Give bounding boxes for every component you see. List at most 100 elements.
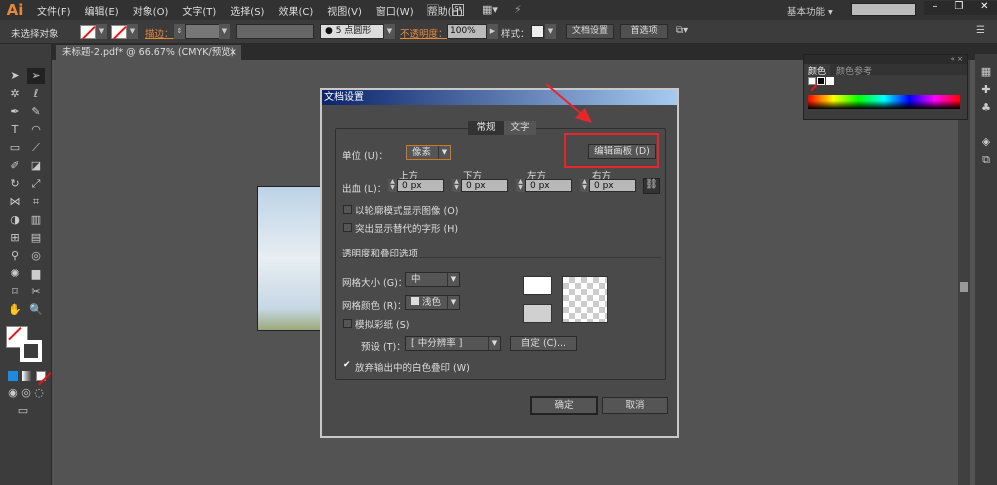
bleed-left-stepper[interactable]: ▲ ▼ (516, 179, 525, 192)
stroke-dropdown[interactable]: ▼ (127, 24, 138, 39)
rectangle-tool-icon[interactable]: ▭ (6, 140, 24, 156)
bleed-bottom-stepper[interactable]: ▲ ▼ (452, 179, 461, 192)
document-setup-button[interactable]: 文档设置 (566, 24, 614, 39)
bleed-left-field[interactable]: 0 px (525, 179, 572, 192)
cancel-button[interactable]: 取消 (602, 397, 668, 414)
style-dropdown[interactable]: ▼ (545, 24, 556, 39)
opacity-arrow[interactable]: ▶ (487, 24, 498, 39)
swatches-icon[interactable]: ▦ (977, 64, 995, 80)
draw-mode-icon[interactable]: ◉ ◎ ◌ (6, 385, 46, 401)
zoom-icon[interactable]: 🔍 (27, 302, 45, 318)
layout-icon[interactable]: ▦▾ (482, 3, 498, 16)
grid-color-dropdown[interactable]: 浅色 ▼ (405, 295, 460, 310)
link-bleed-icon[interactable]: ⛓ (643, 178, 660, 194)
simulate-paper-checkbox[interactable] (343, 319, 352, 328)
pencil-icon[interactable]: ✐ (6, 158, 24, 174)
menu-select[interactable]: 选择(S) (230, 3, 264, 18)
bridge-icon[interactable]: Br (427, 4, 439, 16)
eraser-icon[interactable]: ◪ (27, 158, 45, 174)
pen-tool-icon[interactable]: ✒ (6, 104, 24, 120)
discard-overprint-checkbox[interactable]: ✔ (343, 361, 352, 370)
custom-button[interactable]: 自定 (C)... (510, 336, 577, 351)
tab-type[interactable]: 文字 (504, 121, 536, 135)
fill-dropdown[interactable]: ▼ (96, 24, 107, 39)
magic-wand-icon[interactable]: ✲ (6, 86, 24, 102)
stroke-label[interactable]: 描边： (145, 26, 174, 40)
none-mode-icon[interactable] (36, 371, 46, 381)
grid-size-dropdown[interactable]: 中 ▼ (405, 272, 460, 287)
menu-type[interactable]: 文字(T) (182, 3, 216, 18)
symbol-sprayer-icon[interactable]: ✺ (6, 266, 24, 282)
vertical-scrollbar[interactable] (958, 60, 970, 485)
stroke-stepper[interactable]: ⇕ (174, 24, 185, 39)
workspace-switcher[interactable]: 基本功能 ▾ (787, 4, 833, 18)
type-tool-icon[interactable]: T (6, 122, 24, 138)
layers-icon[interactable]: ◈ (977, 134, 995, 150)
direct-selection-tool-icon[interactable]: ➢ (27, 68, 45, 84)
stock-icon[interactable]: St (452, 4, 464, 16)
style-swatch[interactable] (531, 25, 544, 38)
rotate-icon[interactable]: ↻ (6, 176, 24, 192)
menu-edit[interactable]: 编辑(E) (85, 3, 119, 18)
panel-menu-icon[interactable]: ☰ (976, 25, 985, 36)
screen-mode-icon[interactable]: ▭ (14, 403, 32, 419)
scrollbar-thumb[interactable] (960, 282, 968, 292)
menu-view[interactable]: 视图(V) (327, 3, 362, 18)
highlight-glyphs-checkbox[interactable] (343, 223, 352, 232)
color-spectrum[interactable] (808, 95, 960, 109)
preset-dropdown[interactable]: [ 中分辨率 ] ▼ (405, 336, 501, 351)
sync-icon[interactable]: ⚡ (514, 3, 522, 16)
brushes-icon[interactable]: ✚ (977, 82, 995, 98)
document-tab[interactable]: 未标题-2.pdf* @ 66.67% (CMYK/预览) × (56, 45, 241, 60)
variable-width-dropdown[interactable] (236, 24, 314, 39)
paper-color-top[interactable] (523, 276, 552, 295)
minimize-icon[interactable]: – (932, 1, 937, 15)
selection-tool-icon[interactable]: ➤ (6, 68, 24, 84)
bleed-top-field[interactable]: 0 px (397, 179, 444, 192)
brush-tool-icon[interactable]: ⟋ (27, 140, 45, 156)
mesh-icon[interactable]: ⊞ (6, 230, 24, 246)
brush-arrow[interactable]: ▼ (384, 24, 395, 39)
artboards-icon[interactable]: ⧉ (977, 152, 995, 168)
paper-color-bottom[interactable] (523, 304, 552, 323)
gradient-icon[interactable]: ▤ (27, 230, 45, 246)
menu-window[interactable]: 窗口(W) (376, 3, 414, 18)
outline-mode-checkbox[interactable] (343, 205, 352, 214)
menu-object[interactable]: 对象(O) (133, 3, 169, 18)
tab-color[interactable]: 颜色 (804, 64, 831, 77)
stroke-swatch[interactable] (111, 25, 127, 39)
black-swatch[interactable] (817, 77, 825, 85)
units-dropdown[interactable]: 像素 ▼ (406, 145, 451, 160)
graph-icon[interactable]: ▆ (27, 266, 45, 282)
artboard-tool-icon[interactable]: ⌑ (6, 284, 24, 300)
stroke-weight-dropdown[interactable]: ▼ (219, 24, 230, 39)
shape-builder-icon[interactable]: ◑ (6, 212, 24, 228)
perspective-icon[interactable]: ▥ (27, 212, 45, 228)
arc-icon[interactable]: ◠ (27, 122, 45, 138)
bleed-top-stepper[interactable]: ▲ ▼ (388, 179, 397, 192)
symbols-icon[interactable]: ♣ (977, 100, 995, 116)
hand-icon[interactable]: ✋ (6, 302, 24, 318)
opacity-label[interactable]: 不透明度： (400, 26, 448, 40)
brush-dropdown[interactable]: ● 5 点圆形 (320, 24, 384, 39)
tab-close-icon[interactable]: × (229, 45, 237, 60)
arrange-icon[interactable]: ⧉▾ (676, 25, 688, 36)
free-transform-icon[interactable]: ⌗ (27, 194, 45, 210)
eyedropper-icon[interactable]: ⚲ (6, 248, 24, 264)
color-mode-icon[interactable] (8, 371, 18, 381)
ok-button[interactable]: 确定 (531, 397, 597, 414)
tab-general[interactable]: 常规 (468, 121, 504, 135)
bleed-right-stepper[interactable]: ▲ ▼ (580, 179, 589, 192)
search-input[interactable] (851, 3, 916, 16)
none-swatch[interactable] (808, 77, 816, 85)
menu-effect[interactable]: 效果(C) (278, 3, 313, 18)
preferences-button[interactable]: 首选项 (620, 24, 668, 39)
stroke-color-icon[interactable] (20, 340, 42, 362)
edit-artboards-button[interactable]: 编辑画板 (D) (588, 144, 656, 159)
restore-icon[interactable]: ❐ (954, 1, 963, 15)
slice-icon[interactable]: ✂ (27, 284, 45, 300)
menu-file[interactable]: 文件(F) (37, 3, 71, 18)
width-tool-icon[interactable]: ⋈ (6, 194, 24, 210)
curvature-icon[interactable]: ✎ (27, 104, 45, 120)
gradient-mode-icon[interactable] (22, 371, 32, 381)
